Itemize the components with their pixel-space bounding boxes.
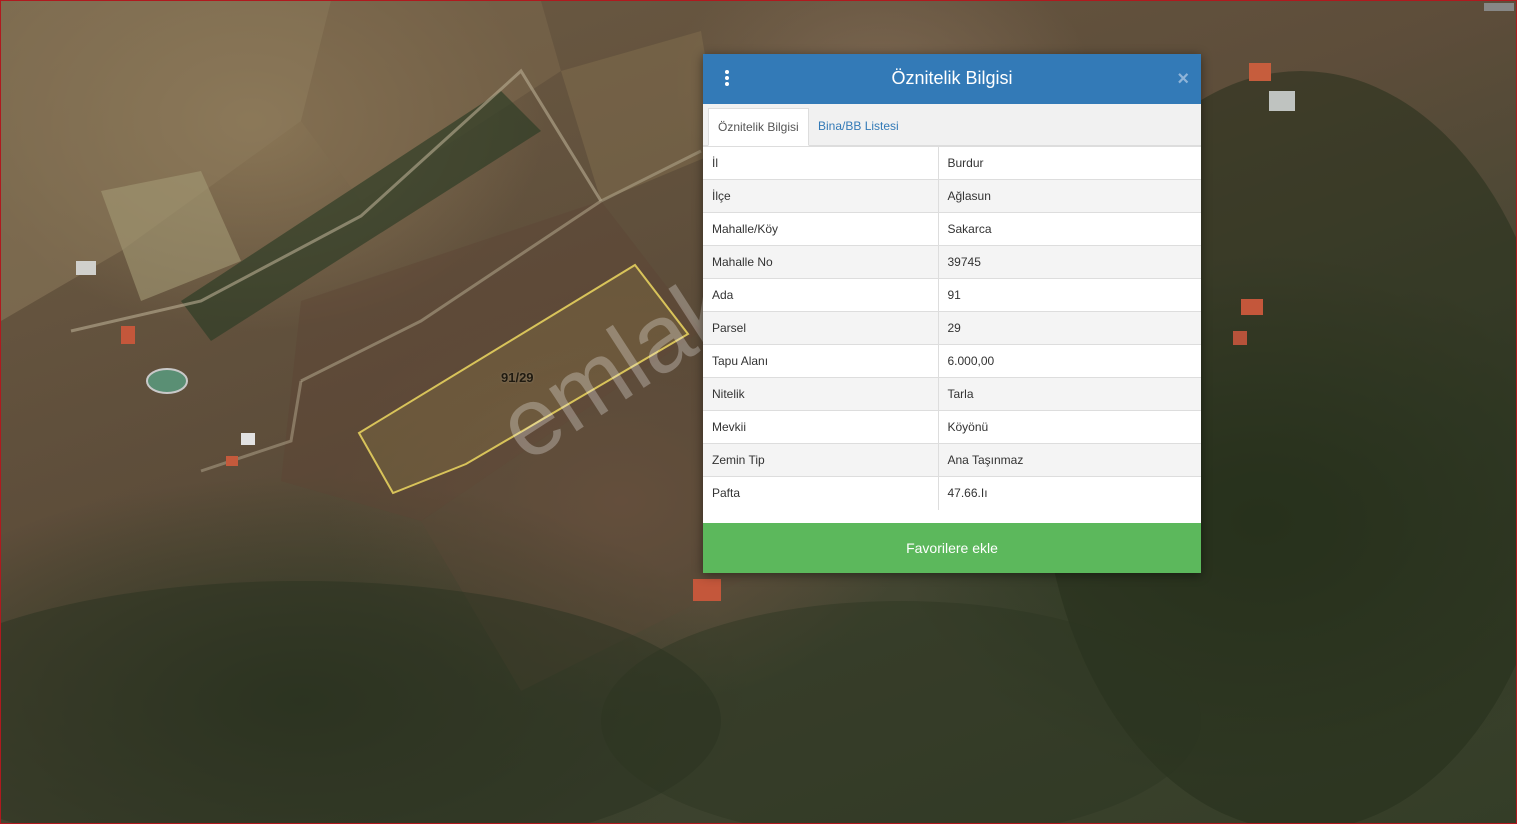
table-row: İlçe Ağlasun bbox=[703, 179, 1201, 213]
table-row: Mevkii Köyönü bbox=[703, 410, 1201, 444]
attribute-key: Parsel bbox=[703, 311, 939, 345]
tab-building-list[interactable]: Bina/BB Listesi bbox=[809, 108, 908, 146]
attribute-value: Sakarca bbox=[938, 212, 1201, 246]
building bbox=[1269, 91, 1295, 111]
attribute-key: Mevkii bbox=[703, 410, 939, 444]
table-row: Zemin Tip Ana Taşınmaz bbox=[703, 443, 1201, 477]
dialog-header: Öznitelik Bilgisi × bbox=[703, 54, 1201, 104]
building bbox=[241, 433, 255, 445]
attribute-key: İlçe bbox=[703, 179, 939, 213]
table-row: Mahalle/Köy Sakarca bbox=[703, 212, 1201, 246]
attribute-key: Nitelik bbox=[703, 377, 939, 411]
attribute-value: Köyönü bbox=[938, 410, 1201, 444]
close-icon[interactable]: × bbox=[1177, 68, 1189, 90]
table-row: Tapu Alanı 6.000,00 bbox=[703, 344, 1201, 378]
attribute-key: İl bbox=[703, 146, 939, 180]
building bbox=[121, 326, 135, 344]
attribute-key: Pafta bbox=[703, 476, 939, 510]
table-row: Parsel 29 bbox=[703, 311, 1201, 345]
table-row: Pafta 47.66.Iı bbox=[703, 476, 1201, 510]
parcel-label: 91/29 bbox=[501, 370, 534, 385]
attribute-value: 29 bbox=[938, 311, 1201, 345]
attribute-table: İl Burdur İlçe Ağlasun Mahalle/Köy Sakar… bbox=[703, 146, 1201, 510]
building bbox=[1241, 299, 1263, 315]
attribute-value: 6.000,00 bbox=[938, 344, 1201, 378]
building bbox=[76, 261, 96, 275]
attribute-key: Zemin Tip bbox=[703, 443, 939, 477]
table-row: Nitelik Tarla bbox=[703, 377, 1201, 411]
building bbox=[693, 579, 721, 601]
attribute-key: Mahalle No bbox=[703, 245, 939, 279]
attribute-value: Tarla bbox=[938, 377, 1201, 411]
tab-attribute-info[interactable]: Öznitelik Bilgisi bbox=[708, 108, 809, 146]
table-row: Mahalle No 39745 bbox=[703, 245, 1201, 279]
attribute-key: Tapu Alanı bbox=[703, 344, 939, 378]
building bbox=[226, 456, 238, 466]
corner-badge bbox=[1484, 3, 1514, 11]
tab-bar: Öznitelik Bilgisi Bina/BB Listesi bbox=[703, 104, 1201, 146]
attribute-value: Ana Taşınmaz bbox=[938, 443, 1201, 477]
pond bbox=[146, 368, 188, 394]
table-row: Ada 91 bbox=[703, 278, 1201, 312]
attribute-value: 39745 bbox=[938, 245, 1201, 279]
attribute-value: 47.66.Iı bbox=[938, 476, 1201, 510]
attribute-key: Mahalle/Köy bbox=[703, 212, 939, 246]
building bbox=[1233, 331, 1247, 345]
attribute-value: 91 bbox=[938, 278, 1201, 312]
attribute-value: Burdur bbox=[938, 146, 1201, 180]
building bbox=[1249, 63, 1271, 81]
add-to-favorites-button[interactable]: Favorilere ekle bbox=[703, 523, 1201, 573]
table-row: İl Burdur bbox=[703, 146, 1201, 180]
attribute-key: Ada bbox=[703, 278, 939, 312]
attribute-value: Ağlasun bbox=[938, 179, 1201, 213]
attribute-info-dialog: Öznitelik Bilgisi × Öznitelik Bilgisi Bi… bbox=[703, 54, 1201, 573]
dialog-title: Öznitelik Bilgisi bbox=[891, 68, 1013, 88]
